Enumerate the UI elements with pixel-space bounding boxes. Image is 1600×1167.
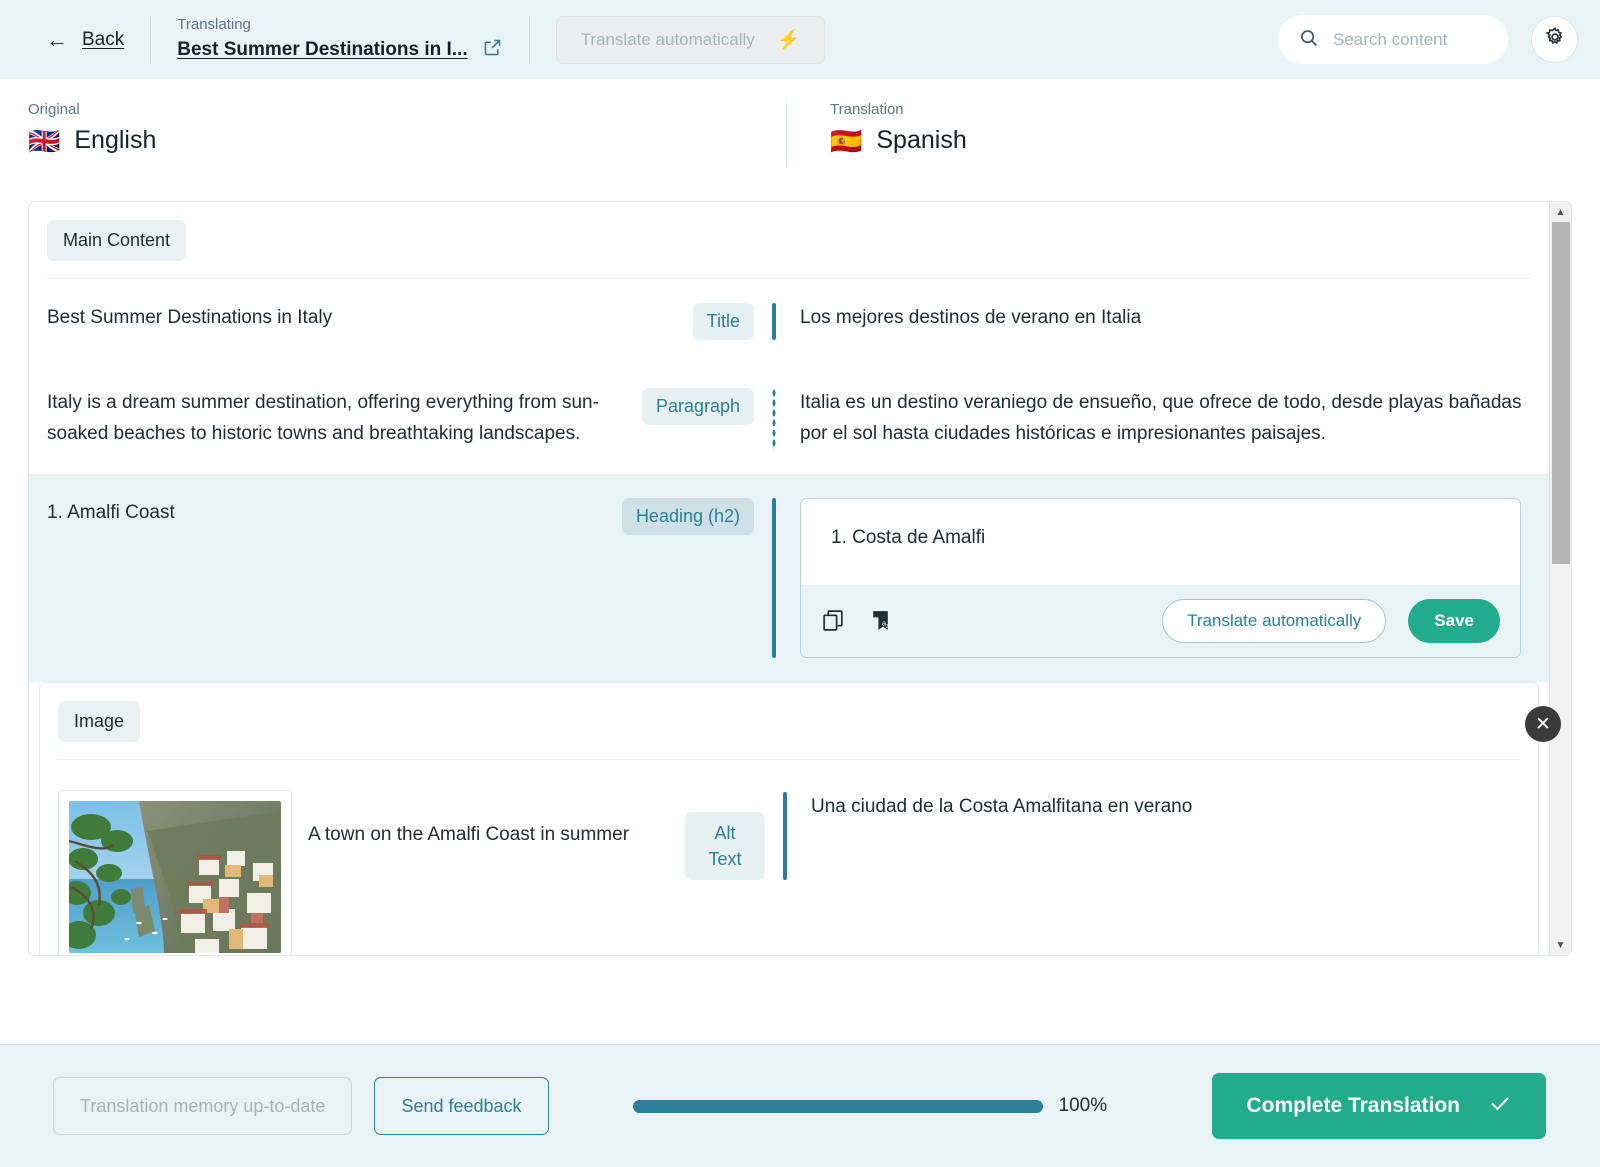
document-title-block: Translating Best Summer Destinations in … <box>177 16 502 63</box>
amalfi-coast-image <box>69 800 281 953</box>
segment-type-badge: Heading (h2) <box>621 497 754 535</box>
source-text: Best Summer Destinations in Italy <box>47 307 333 328</box>
section-header-main-content: Main Content <box>29 202 1549 261</box>
source-text: A town on the Amalfi Coast in summer <box>308 823 630 845</box>
close-editor-button[interactable]: ✕ <box>1525 706 1561 742</box>
original-caption: Original <box>28 101 80 118</box>
section-card-image: Image A town on the Amalfi Coast in summ… <box>39 681 1539 955</box>
section-label: Main Content <box>47 220 187 261</box>
segment-row-alt-text[interactable]: A town on the Amalfi Coast in summer Alt… <box>40 760 1538 955</box>
target-text[interactable]: Una ciudad de la Costa Amalfitana en ver… <box>811 792 1514 955</box>
document-title-link[interactable]: Best Summer Destinations in I... <box>177 39 467 61</box>
panel-scrollbar[interactable]: ▲ ▼ <box>1549 202 1571 955</box>
spain-flag-icon: 🇪🇸 <box>830 125 863 156</box>
close-icon: ✕ <box>1535 713 1551 735</box>
uk-flag-icon: 🇬🇧 <box>28 125 61 156</box>
search-placeholder: Search content <box>1333 29 1448 49</box>
translating-label: Translating <box>177 16 251 33</box>
section-header-image: Image <box>40 683 1538 742</box>
bottom-bar: Translation memory up-to-date Send feedb… <box>0 1044 1600 1167</box>
translation-language-block: Translation 🇪🇸 Spanish <box>800 79 1600 189</box>
back-button[interactable]: ← Back <box>46 26 125 52</box>
section-label: Image <box>58 700 141 742</box>
segment-type-badge: Title <box>692 303 754 340</box>
gear-icon <box>1544 26 1566 53</box>
lightning-bolt-icon: ⚡ <box>776 29 801 51</box>
complete-translation-label: Complete Translation <box>1246 1094 1460 1117</box>
original-language-block: Original 🇬🇧 English <box>0 79 800 189</box>
language-bar: Original 🇬🇧 English Translation 🇪🇸 Spani… <box>0 79 1600 189</box>
target-text[interactable]: Los mejores destinos de verano en Italia <box>800 303 1525 340</box>
translation-memory-status: Translation memory up-to-date <box>53 1077 353 1135</box>
send-feedback-button[interactable]: Send feedback <box>374 1077 549 1135</box>
status-bar <box>783 791 787 880</box>
glossary-icon[interactable]: a z <box>868 608 893 633</box>
check-icon <box>1488 1091 1512 1121</box>
segment-row-paragraph[interactable]: Italy is a dream summer destination, off… <box>29 364 1549 474</box>
original-language-name: English <box>74 126 157 154</box>
editor-translate-automatically-button[interactable]: Translate automatically <box>1162 598 1387 643</box>
source-text: 1. Amalfi Coast <box>47 501 175 523</box>
status-bar <box>772 497 776 658</box>
divider <box>150 15 152 64</box>
segment-row-title[interactable]: Best Summer Destinations in Italy Title … <box>29 279 1549 364</box>
back-button-label: Back <box>82 28 125 50</box>
scroll-down-arrow-icon[interactable]: ▼ <box>1550 935 1571 955</box>
target-text[interactable]: Italia es un destino veraniego de ensueñ… <box>800 388 1525 450</box>
search-input[interactable]: Search content <box>1278 15 1508 64</box>
translation-input[interactable]: 1. Costa de Amalfi <box>801 499 1520 585</box>
external-link-icon[interactable] <box>482 37 503 63</box>
segment-row-heading[interactable]: 1. Amalfi Coast Heading (h2) 1. Costa de… <box>29 473 1549 682</box>
search-icon <box>1298 27 1319 53</box>
segments-panel: Main Content Best Summer Destinations in… <box>28 201 1572 956</box>
badge-line-1: Alt <box>714 822 736 843</box>
source-text: Italy is a dream summer destination, off… <box>47 392 599 444</box>
progress-track <box>632 1099 1043 1113</box>
progress-fill <box>632 1099 1043 1113</box>
progress-indicator: 100% <box>632 1095 1108 1117</box>
arrow-left-icon: ← <box>46 26 68 52</box>
segment-type-badge: Paragraph <box>641 388 754 425</box>
status-bar <box>772 303 776 340</box>
translation-caption: Translation <box>830 101 904 118</box>
image-thumbnail[interactable] <box>58 789 292 955</box>
divider <box>528 15 530 64</box>
badge-line-2: Text <box>708 848 742 869</box>
translate-automatically-button[interactable]: Translate automatically ⚡ <box>555 15 826 64</box>
svg-text:z: z <box>886 623 889 630</box>
settings-button[interactable] <box>1531 16 1578 63</box>
main-content-area: Main Content Best Summer Destinations in… <box>0 189 1600 1044</box>
divider <box>786 101 787 167</box>
segment-type-badge: Alt Text <box>685 811 765 880</box>
translation-editor[interactable]: 1. Costa de Amalfi a z Translate automat… <box>800 497 1521 658</box>
complete-translation-button[interactable]: Complete Translation <box>1212 1073 1546 1139</box>
scroll-up-arrow-icon[interactable]: ▲ <box>1550 202 1571 222</box>
top-bar: ← Back Translating Best Summer Destinati… <box>0 0 1600 79</box>
status-bar-dotted <box>772 388 776 450</box>
copy-icon[interactable] <box>821 608 846 633</box>
scrollbar-thumb[interactable] <box>1552 222 1570 564</box>
progress-percent-label: 100% <box>1058 1095 1108 1116</box>
translation-language-name: Spanish <box>876 126 967 154</box>
save-button[interactable]: Save <box>1408 598 1500 643</box>
translate-automatically-label: Translate automatically <box>580 29 755 49</box>
editor-toolbar: a z Translate automatically Save <box>801 584 1520 657</box>
